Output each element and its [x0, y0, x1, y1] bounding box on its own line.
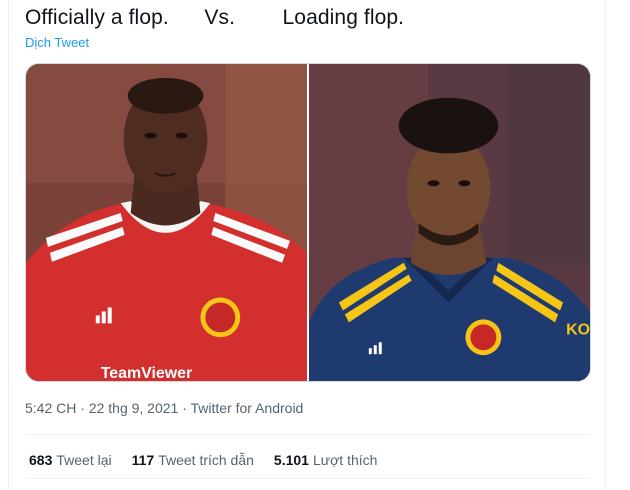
stat-quote-tweets[interactable]: 117 Tweet trích dẫn — [132, 452, 254, 468]
player-left-illustration: TeamViewer — [26, 64, 307, 381]
translate-tweet-link[interactable]: Dịch Tweet — [25, 35, 89, 50]
sponsor-text: TeamViewer — [101, 365, 192, 381]
photo-left[interactable]: TeamViewer — [26, 64, 307, 381]
photo-right[interactable]: KO — [309, 64, 590, 381]
tweet-timestamp[interactable]: 5:42 CH · 22 thg 9, 2021 · Twitter for A… — [25, 400, 303, 416]
retweet-count: 683 — [29, 452, 53, 468]
divider — [25, 434, 591, 435]
stat-retweets[interactable]: 683 Tweet lại — [29, 452, 112, 468]
quote-label: Tweet trích dẫn — [158, 452, 254, 468]
divider-bottom — [25, 478, 591, 479]
like-label: Lượt thích — [312, 452, 378, 468]
tweet-text: Officially a flop. Vs. Loading flop. — [25, 6, 405, 29]
stat-likes[interactable]: 5.101 Lượt thích — [274, 452, 378, 468]
tweet-stats: 683 Tweet lại 117 Tweet trích dẫn 5.101 … — [29, 452, 397, 468]
sponsor-text-right: KO — [566, 321, 590, 338]
like-count: 5.101 — [273, 452, 309, 468]
retweet-label: Tweet lại — [56, 452, 112, 468]
player-right-illustration: KO — [309, 64, 590, 381]
quote-count: 117 — [131, 452, 155, 468]
tweet-media[interactable]: TeamViewer KO — [25, 63, 591, 382]
